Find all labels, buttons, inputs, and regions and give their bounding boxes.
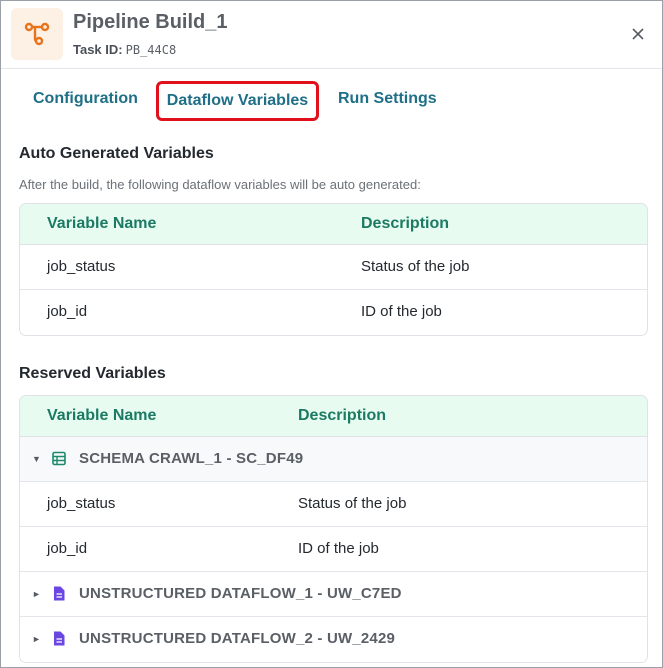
table-header: Variable Name Description bbox=[20, 396, 647, 437]
tab-bar: Configuration Dataflow Variables Run Set… bbox=[1, 81, 662, 121]
variable-name: job_status bbox=[47, 258, 116, 275]
caret-down-icon[interactable]: ▼ bbox=[32, 437, 41, 481]
reserved-title: Reserved Variables bbox=[19, 365, 166, 382]
variables-panel: Pipeline Build_1 Task ID: PB_44C8 Configu… bbox=[0, 0, 663, 668]
variable-description: ID of the job bbox=[361, 303, 442, 320]
column-variable-name: Variable Name bbox=[47, 407, 157, 424]
task-id: Task ID: PB_44C8 bbox=[73, 42, 176, 57]
variable-description: Status of the job bbox=[298, 495, 407, 512]
table-row: job_id ID of the job bbox=[20, 290, 647, 335]
close-button[interactable] bbox=[627, 23, 649, 45]
document-icon bbox=[54, 586, 65, 601]
variable-description: ID of the job bbox=[298, 540, 379, 557]
task-id-value: PB_44C8 bbox=[125, 43, 177, 57]
page-title: Pipeline Build_1 bbox=[73, 11, 228, 33]
auto-generated-title: Auto Generated Variables bbox=[19, 145, 214, 162]
auto-generated-table: Variable Name Description job_status Sta… bbox=[19, 203, 648, 336]
auto-generated-description: After the build, the following dataflow … bbox=[19, 177, 421, 192]
caret-right-icon[interactable]: ► bbox=[32, 617, 41, 661]
pipeline-icon bbox=[11, 8, 63, 60]
group-label: UNSTRUCTURED DATAFLOW_1 - UW_C7ED bbox=[79, 585, 402, 602]
group-label: UNSTRUCTURED DATAFLOW_2 - UW_2429 bbox=[79, 630, 396, 647]
task-id-label: Task ID: bbox=[73, 42, 123, 57]
table-row: job_status Status of the job bbox=[20, 245, 647, 290]
column-variable-name: Variable Name bbox=[47, 215, 157, 232]
tab-run-settings[interactable]: Run Settings bbox=[338, 81, 437, 121]
group-schema-crawl[interactable]: ▼ SCHEMA CRAWL_1 - SC_DF49 bbox=[20, 437, 647, 482]
group-label: SCHEMA CRAWL_1 - SC_DF49 bbox=[79, 450, 304, 467]
tab-configuration[interactable]: Configuration bbox=[33, 81, 138, 121]
tab-dataflow-variables[interactable]: Dataflow Variables bbox=[156, 81, 319, 121]
table-row: job_status Status of the job bbox=[20, 482, 647, 527]
table-row: job_id ID of the job bbox=[20, 527, 647, 572]
group-unstructured-dataflow-1[interactable]: ► UNSTRUCTURED DATAFLOW_1 - UW_C7ED bbox=[20, 572, 647, 617]
variable-name: job_id bbox=[47, 540, 88, 557]
close-icon bbox=[632, 28, 644, 40]
caret-right-icon[interactable]: ► bbox=[32, 572, 41, 616]
variable-name: job_status bbox=[47, 495, 116, 512]
table-icon bbox=[52, 451, 66, 466]
reserved-table: Variable Name Description ▼ SCHEMA CRAWL… bbox=[19, 395, 648, 663]
variable-name: job_id bbox=[47, 303, 88, 320]
group-unstructured-dataflow-2[interactable]: ► UNSTRUCTURED DATAFLOW_2 - UW_2429 bbox=[20, 617, 647, 662]
table-header: Variable Name Description bbox=[20, 204, 647, 245]
panel-header: Pipeline Build_1 Task ID: PB_44C8 bbox=[1, 1, 662, 69]
variable-description: Status of the job bbox=[361, 258, 470, 275]
column-description: Description bbox=[361, 215, 450, 232]
column-description: Description bbox=[298, 407, 387, 424]
document-icon bbox=[54, 631, 65, 646]
